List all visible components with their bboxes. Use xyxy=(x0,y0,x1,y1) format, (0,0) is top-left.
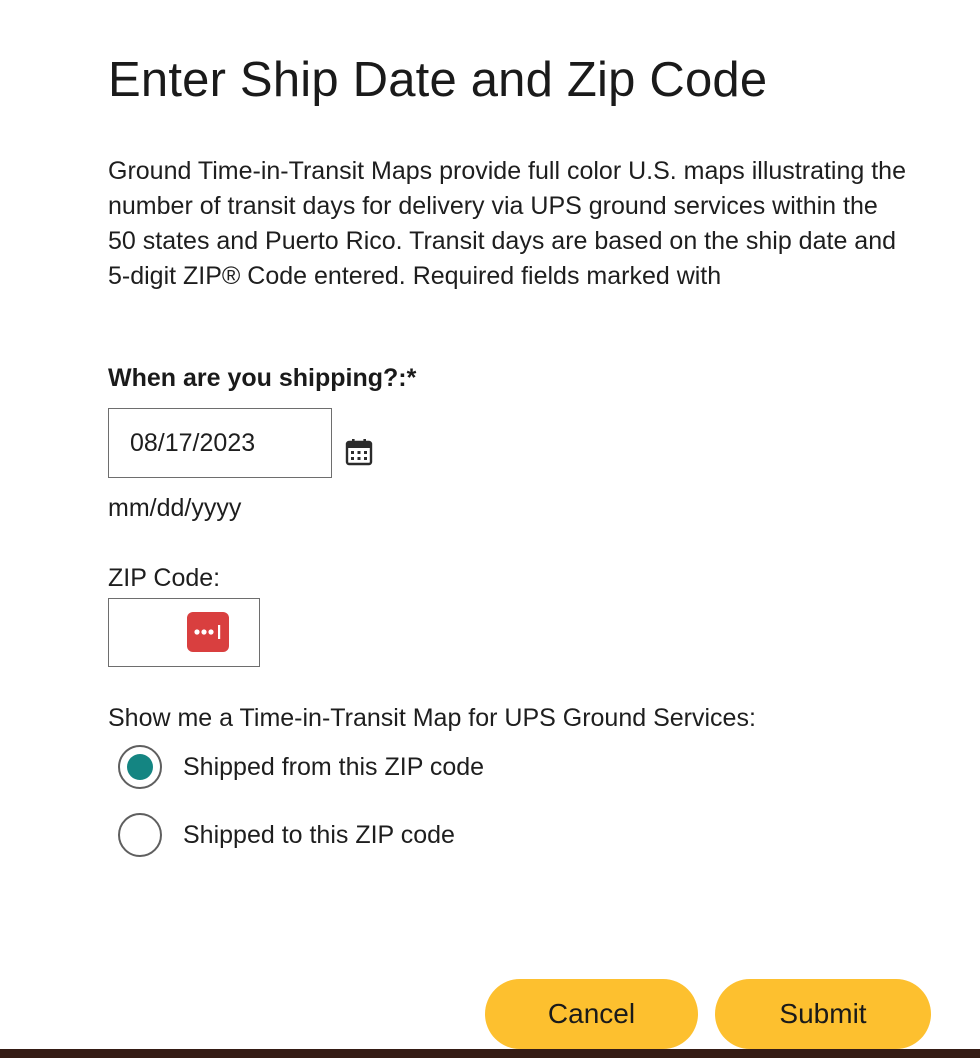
date-format-hint: mm/dd/yyyy xyxy=(108,494,242,522)
intro-text: Ground Time-in-Transit Maps provide full… xyxy=(108,157,906,290)
radio-shipped-to-label[interactable]: Shipped to this ZIP code xyxy=(183,821,455,850)
footer-bar xyxy=(0,1049,980,1058)
zip-code-label: ZIP Code: xyxy=(108,564,221,592)
dialog-title: Enter Ship Date and Zip Code xyxy=(108,53,768,107)
map-option-label: Show me a Time-in-Transit Map for UPS Gr… xyxy=(108,704,756,732)
calendar-icon[interactable] xyxy=(341,434,377,470)
zip-code-field xyxy=(108,598,260,667)
radio-shipped-from-label[interactable]: Shipped from this ZIP code xyxy=(183,753,484,782)
ship-date-zip-dialog: Enter Ship Date and Zip Code Ground Time… xyxy=(0,0,980,1058)
radio-shipped-to[interactable]: Shipped to this ZIP code xyxy=(118,813,455,857)
radio-button-unselected[interactable] xyxy=(118,813,162,857)
radio-button-selected[interactable] xyxy=(118,745,162,789)
cancel-button[interactable]: Cancel xyxy=(485,979,698,1049)
zip-code-input[interactable] xyxy=(109,599,259,665)
ship-date-input[interactable] xyxy=(108,408,332,478)
radio-selected-dot xyxy=(127,754,153,780)
password-manager-icon[interactable] xyxy=(187,612,229,652)
submit-button[interactable]: Submit xyxy=(715,979,931,1049)
radio-shipped-from[interactable]: Shipped from this ZIP code xyxy=(118,745,484,789)
ship-date-label: When are you shipping?:* xyxy=(108,364,417,392)
